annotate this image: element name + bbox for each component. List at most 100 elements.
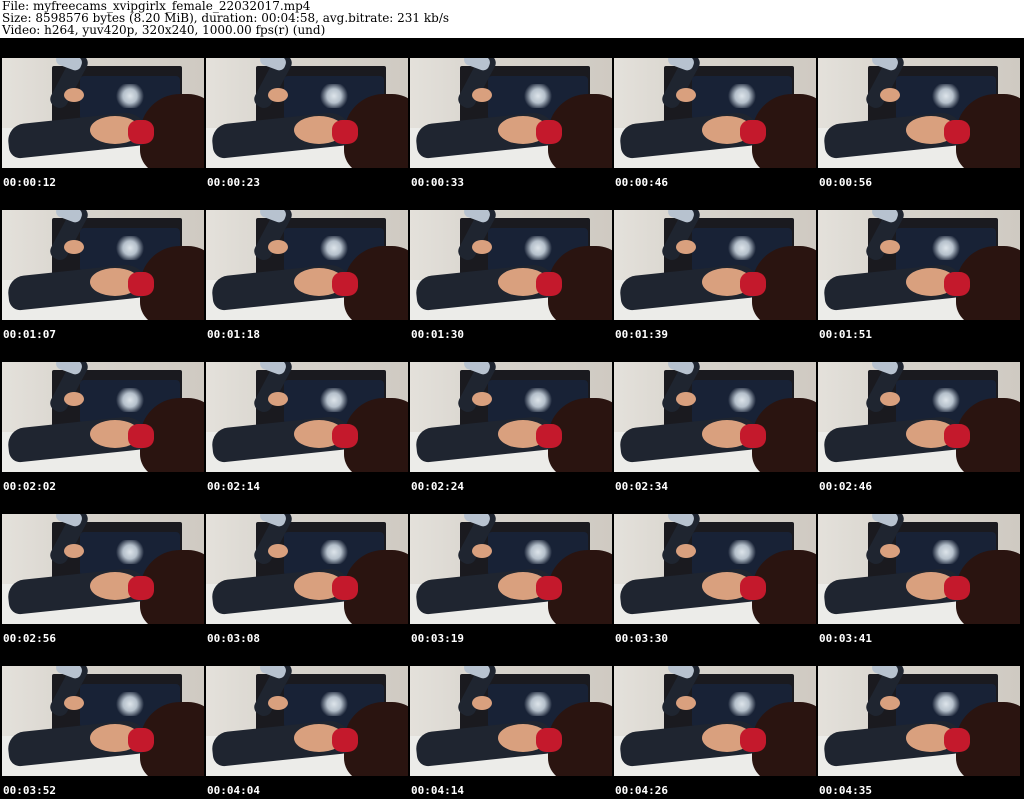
frame-feet (268, 88, 288, 102)
thumbnail-cell[interactable]: 00:01:07 (0, 190, 204, 342)
frame-red (536, 576, 562, 600)
frame-red (740, 120, 766, 144)
frame-feet (64, 696, 84, 710)
frame-flower (318, 692, 350, 716)
thumbnail-timestamp: 00:01:18 (207, 328, 260, 341)
frame-flower (318, 540, 350, 564)
frame-feet (880, 88, 900, 102)
thumbnail-cell[interactable]: 00:03:41 (816, 494, 1020, 646)
thumbnail-timestamp: 00:00:46 (615, 176, 668, 189)
thumbnail-grid: 00:00:12 00:00:23 00:00:33 00:00:46 00:00:56… (0, 38, 1024, 799)
thumbnail-cell[interactable]: 00:00:23 (204, 38, 408, 190)
frame-flower (318, 236, 350, 260)
thumbnail-cell[interactable]: 00:00:33 (408, 38, 612, 190)
frame-feet (676, 240, 696, 254)
frame-flower (726, 540, 758, 564)
frame-flower (114, 84, 146, 108)
frame-feet (268, 696, 288, 710)
thumbnail-cell[interactable]: 00:03:08 (204, 494, 408, 646)
video-frame-image (410, 58, 612, 168)
frame-flower (726, 692, 758, 716)
frame-feet (676, 544, 696, 558)
thumbnail-cell[interactable]: 00:00:46 (612, 38, 816, 190)
thumbnail-cell[interactable]: 00:02:46 (816, 342, 1020, 494)
video-frame-image (410, 210, 612, 320)
frame-red (740, 576, 766, 600)
video-frame-image (614, 514, 816, 624)
thumbnail-cell[interactable]: 00:02:14 (204, 342, 408, 494)
video-frame-image (818, 362, 1020, 472)
video-frame-image (2, 58, 204, 168)
frame-feet (880, 392, 900, 406)
thumbnail-cell[interactable]: 00:04:26 (612, 646, 816, 798)
thumbnail-timestamp: 00:00:12 (3, 176, 56, 189)
frame-flower (930, 388, 962, 412)
thumbnail-timestamp: 00:03:30 (615, 632, 668, 645)
frame-red (536, 120, 562, 144)
frame-red (536, 728, 562, 752)
frame-feet (268, 544, 288, 558)
frame-red (332, 728, 358, 752)
thumbnail-cell[interactable]: 00:02:56 (0, 494, 204, 646)
thumbnail-cell[interactable]: 00:02:02 (0, 342, 204, 494)
frame-flower (930, 84, 962, 108)
thumbnail-cell[interactable]: 00:04:14 (408, 646, 612, 798)
frame-flower (930, 692, 962, 716)
video-frame-image (818, 514, 1020, 624)
frame-feet (64, 544, 84, 558)
thumbnail-cell[interactable]: 00:02:24 (408, 342, 612, 494)
thumbnail-cell[interactable]: 00:04:35 (816, 646, 1020, 798)
thumbnail-cell[interactable]: 00:00:56 (816, 38, 1020, 190)
frame-red (740, 728, 766, 752)
frame-red (944, 272, 970, 296)
frame-flower (318, 84, 350, 108)
thumbnail-cell[interactable]: 00:03:30 (612, 494, 816, 646)
frame-red (128, 272, 154, 296)
frame-flower (522, 692, 554, 716)
frame-flower (726, 236, 758, 260)
frame-red (944, 120, 970, 144)
frame-flower (522, 84, 554, 108)
video-frame-image (614, 666, 816, 776)
thumbnail-cell[interactable]: 00:01:30 (408, 190, 612, 342)
frame-flower (522, 540, 554, 564)
thumbnail-timestamp: 00:04:35 (819, 784, 872, 797)
frame-feet (880, 696, 900, 710)
thumbnail-cell[interactable]: 00:03:19 (408, 494, 612, 646)
frame-red (332, 424, 358, 448)
thumbnail-timestamp: 00:02:56 (3, 632, 56, 645)
frame-feet (268, 240, 288, 254)
video-frame-image (206, 514, 408, 624)
thumbnail-cell[interactable]: 00:03:52 (0, 646, 204, 798)
frame-flower (114, 540, 146, 564)
thumbnail-cell[interactable]: 00:00:12 (0, 38, 204, 190)
frame-feet (676, 696, 696, 710)
video-frame-image (818, 58, 1020, 168)
thumbnail-timestamp: 00:02:46 (819, 480, 872, 493)
thumbnail-timestamp: 00:00:33 (411, 176, 464, 189)
frame-feet (676, 392, 696, 406)
thumbnail-timestamp: 00:02:24 (411, 480, 464, 493)
frame-flower (726, 84, 758, 108)
thumbnail-timestamp: 00:04:04 (207, 784, 260, 797)
frame-flower (114, 388, 146, 412)
frame-feet (472, 544, 492, 558)
thumbnail-cell[interactable]: 00:02:34 (612, 342, 816, 494)
thumbnail-cell[interactable]: 00:01:18 (204, 190, 408, 342)
frame-flower (522, 388, 554, 412)
video-frame-image (818, 666, 1020, 776)
frame-feet (880, 240, 900, 254)
frame-red (536, 424, 562, 448)
video-frame-image (2, 362, 204, 472)
video-frame-image (614, 210, 816, 320)
frame-red (128, 120, 154, 144)
video-frame-image (818, 210, 1020, 320)
video-frame-image (206, 210, 408, 320)
frame-feet (880, 544, 900, 558)
thumbnail-cell[interactable]: 00:04:04 (204, 646, 408, 798)
thumbnail-cell[interactable]: 00:01:39 (612, 190, 816, 342)
frame-red (332, 120, 358, 144)
frame-red (128, 424, 154, 448)
thumbnail-cell[interactable]: 00:01:51 (816, 190, 1020, 342)
frame-red (128, 576, 154, 600)
